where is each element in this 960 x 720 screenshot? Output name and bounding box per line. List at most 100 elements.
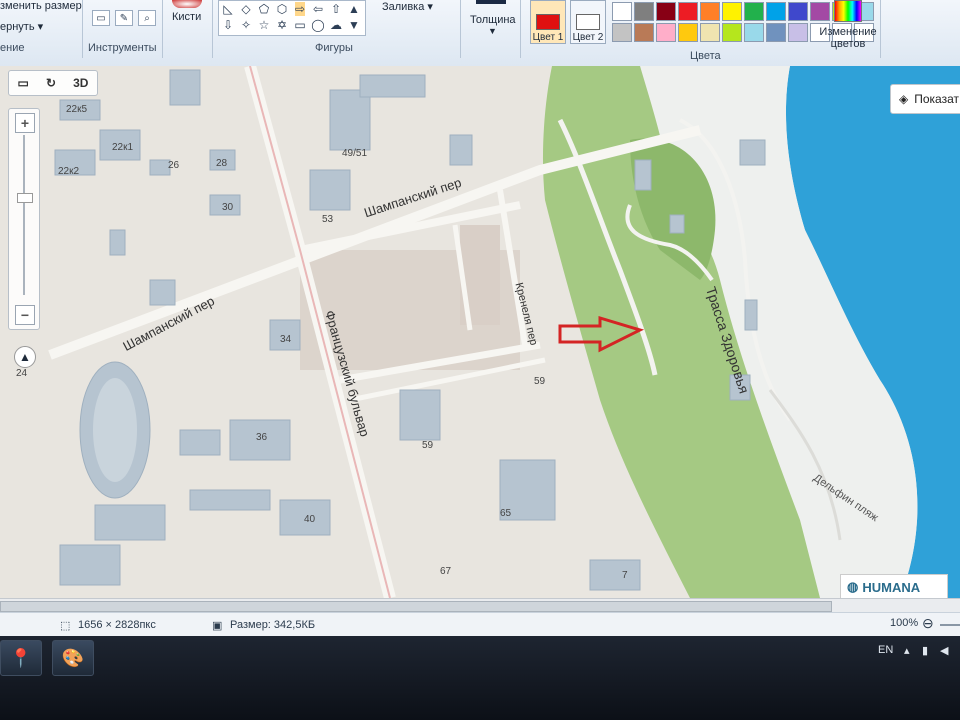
maps-app-icon[interactable]: 📍 xyxy=(0,640,42,676)
building-number: 7 xyxy=(622,570,628,581)
edit-colors-icon[interactable] xyxy=(834,0,862,22)
rotate-icon[interactable]: ↻ xyxy=(46,76,56,90)
callout-rect-icon[interactable]: ▭ xyxy=(294,18,305,32)
diamond-icon[interactable]: ◇ xyxy=(241,2,250,16)
resize-button[interactable]: зменить размер xyxy=(0,0,82,12)
map-logo: ◍ HUMANA xyxy=(840,574,948,598)
color2-label: Цвет 2 xyxy=(572,32,604,43)
palette-swatch[interactable] xyxy=(810,2,830,21)
building-number: 34 xyxy=(280,334,292,345)
brushes-button[interactable]: Кисти xyxy=(172,11,201,23)
scroll-up-icon[interactable]: ▲ xyxy=(348,2,360,16)
star5-icon[interactable]: ☆ xyxy=(259,18,270,32)
building-number: 65 xyxy=(500,508,512,519)
building-number: 28 xyxy=(216,158,228,169)
image-dimensions: 1656 × 2828пкс xyxy=(78,619,156,631)
color-picker-icon[interactable]: ✎ xyxy=(115,10,133,26)
disk-icon: ▣ xyxy=(212,620,223,632)
rotate-button[interactable]: ернуть ▾ xyxy=(0,20,43,33)
ruler-icon[interactable]: ▭ xyxy=(18,76,29,90)
status-bar: ⬚ 1656 × 2828пкс ▣ Размер: 342,5КБ 100% … xyxy=(0,612,960,637)
hexagon-icon[interactable]: ⬡ xyxy=(277,2,287,16)
palette-swatch[interactable] xyxy=(722,2,742,21)
pentagon-icon[interactable]: ⬠ xyxy=(259,2,269,16)
edit-colors-button[interactable]: Изменение цветов xyxy=(818,26,878,50)
palette-swatch[interactable] xyxy=(634,23,654,42)
zoom-slider-handle[interactable] xyxy=(17,193,33,203)
shapes-group-label: Фигуры xyxy=(315,42,353,54)
palette-swatch[interactable] xyxy=(788,23,808,42)
palette-swatch[interactable] xyxy=(612,23,632,42)
separator xyxy=(82,0,83,58)
scrollbar-thumb[interactable] xyxy=(0,601,832,612)
thickness-icon[interactable] xyxy=(476,0,506,4)
taskbar: 📍 🎨 EN ▴ ▮ ◀ xyxy=(0,636,960,720)
callout-oval-icon[interactable]: ◯ xyxy=(311,18,324,32)
color1-label: Цвет 1 xyxy=(532,32,564,43)
layers-icon: ◈ xyxy=(899,92,909,106)
palette-swatch[interactable] xyxy=(678,23,698,42)
palette-swatch[interactable] xyxy=(678,2,698,21)
paint-app-icon[interactable]: 🎨 xyxy=(52,640,94,676)
shapes-gallery[interactable]: ◺ ◇ ⬠ ⬡ ⇨ ⇦ ⇧ ▲ ⇩ ✧ ☆ ✡ ▭ ◯ ☁ ▼ xyxy=(218,0,366,36)
tray-arrow-icon[interactable]: ▴ xyxy=(904,644,910,657)
colors-group-label: Цвета xyxy=(690,50,721,62)
volume-icon[interactable]: ◀ xyxy=(940,644,948,657)
brush-icon[interactable] xyxy=(172,0,202,8)
paint-canvas[interactable]: Шампанский пер Шампанский пер Французски… xyxy=(0,66,960,598)
palette-swatch[interactable] xyxy=(656,2,676,21)
zoom-out-icon[interactable]: ⊖ xyxy=(922,615,934,632)
zoom-slider[interactable] xyxy=(940,624,960,626)
zoom-in-button[interactable]: + xyxy=(15,113,35,133)
building-number: 24 xyxy=(16,368,28,379)
building-number: 59 xyxy=(534,376,546,387)
horizontal-scrollbar[interactable] xyxy=(0,598,960,613)
color2-selector[interactable]: Цвет 2 xyxy=(570,0,606,44)
show-layers-label: Показат xyxy=(914,92,959,106)
fill-button[interactable]: Заливка ▾ xyxy=(382,0,433,13)
building-number: 22к5 xyxy=(66,104,88,115)
arrow-left-icon[interactable]: ⇦ xyxy=(313,2,323,16)
separator xyxy=(212,0,213,58)
zoom-out-button[interactable]: − xyxy=(15,305,35,325)
arrow-right-icon[interactable]: ⇨ xyxy=(294,2,306,16)
network-icon[interactable]: ▮ xyxy=(922,644,928,657)
globe-icon: ◍ xyxy=(847,579,859,594)
arrow-up-icon[interactable]: ⇧ xyxy=(331,2,341,16)
palette-swatch[interactable] xyxy=(634,2,654,21)
compass-icon[interactable]: ▲ xyxy=(14,346,36,368)
show-layers-button[interactable]: ◈ Показат xyxy=(890,84,960,114)
building-number: 36 xyxy=(256,432,268,443)
palette-swatch[interactable] xyxy=(656,23,676,42)
image-group-label: ение xyxy=(0,42,25,54)
arrow-down-icon[interactable]: ⇩ xyxy=(223,18,233,32)
scroll-down-icon[interactable]: ▼ xyxy=(348,18,360,32)
palette-swatch[interactable] xyxy=(788,2,808,21)
palette-swatch[interactable] xyxy=(744,23,764,42)
view-3d-button[interactable]: 3D xyxy=(73,76,88,90)
star6-icon[interactable]: ✡ xyxy=(277,18,287,32)
separator xyxy=(520,0,521,58)
building-number: 67 xyxy=(440,566,452,577)
building-number: 40 xyxy=(304,514,316,525)
building-number: 53 xyxy=(322,214,334,225)
star4-icon[interactable]: ✧ xyxy=(241,18,251,32)
language-indicator[interactable]: EN xyxy=(878,644,893,656)
palette-swatch[interactable] xyxy=(700,2,720,21)
cloud-icon[interactable]: ☁ xyxy=(330,18,342,32)
logo-text: HUMANA xyxy=(862,579,921,595)
palette-swatch[interactable] xyxy=(700,23,720,42)
building-number: 49/51 xyxy=(342,148,368,159)
palette-swatch[interactable] xyxy=(744,2,764,21)
color1-selector[interactable]: Цвет 1 xyxy=(530,0,566,44)
palette-swatch[interactable] xyxy=(766,23,786,42)
chevron-down-icon[interactable]: ▼ xyxy=(488,26,497,36)
eraser-icon[interactable]: ▭ xyxy=(92,10,110,26)
palette-swatch[interactable] xyxy=(612,2,632,21)
palette-swatch[interactable] xyxy=(722,23,742,42)
palette-swatch[interactable] xyxy=(766,2,786,21)
magnifier-icon[interactable]: ⌕ xyxy=(138,10,156,26)
thickness-button[interactable]: Толщина xyxy=(470,14,516,26)
triangle-icon[interactable]: ◺ xyxy=(223,2,232,16)
zoom-track xyxy=(23,135,25,295)
